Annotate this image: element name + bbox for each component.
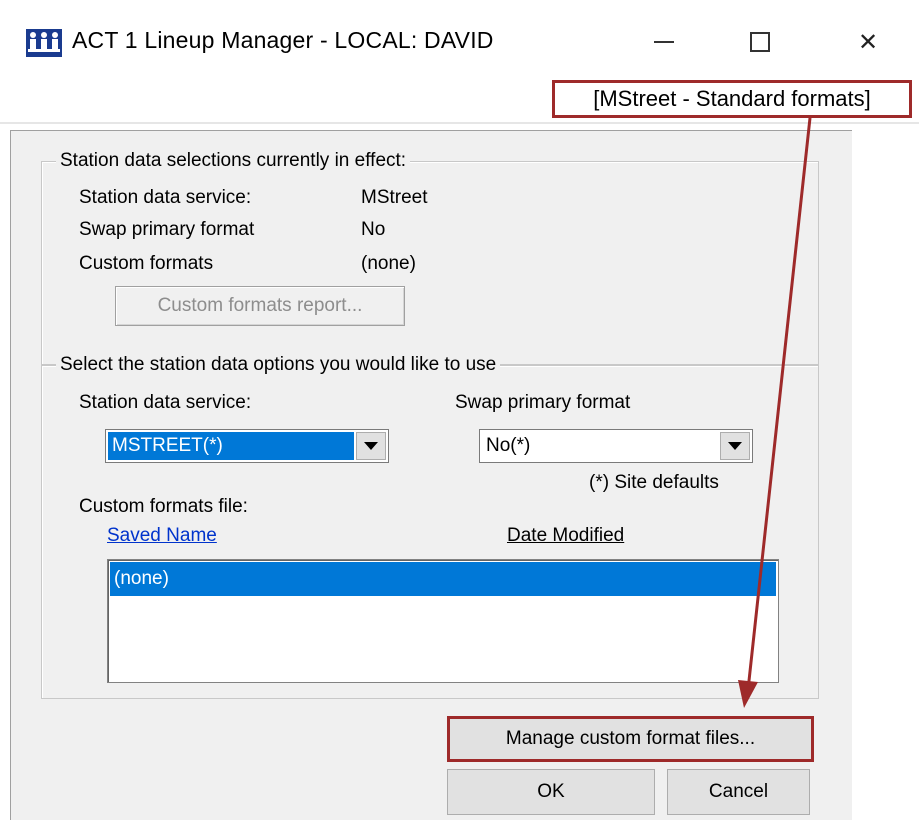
close-icon: ✕ <box>857 28 879 56</box>
service-select-label: Station data service: <box>79 392 252 413</box>
swap-format-dropdown[interactable]: No(*) <box>479 429 753 463</box>
close-button[interactable]: ✕ <box>838 18 898 66</box>
chevron-down-icon <box>364 442 378 450</box>
swap-format-value: No(*) <box>486 435 531 456</box>
maximize-icon <box>750 32 770 52</box>
saved-name-column-header[interactable]: Saved Name <box>107 524 217 548</box>
list-item[interactable]: (none) <box>110 562 776 596</box>
custom-formats-list[interactable]: (none) <box>107 559 779 683</box>
minimize-icon <box>654 41 674 43</box>
title-bar: ACT 1 Lineup Manager - LOCAL: DAVID ✕ <box>0 0 919 80</box>
site-defaults-note: (*) Site defaults <box>589 472 719 493</box>
station-service-dropdown[interactable]: MSTREET(*) <box>105 429 389 463</box>
manage-custom-format-files-button[interactable]: Manage custom format files... <box>447 716 814 762</box>
current-swap-value: No <box>361 219 386 240</box>
date-modified-column-header[interactable]: Date Modified <box>507 524 624 548</box>
header-separator <box>0 122 919 124</box>
maximize-button[interactable] <box>730 18 790 66</box>
minimize-button[interactable] <box>634 18 694 66</box>
current-selections-title: Station data selections currently in eff… <box>56 149 411 173</box>
cancel-button[interactable]: Cancel <box>667 769 810 815</box>
annotation-callout: [MStreet - Standard formats] <box>552 80 912 118</box>
custom-formats-file-label: Custom formats file: <box>79 496 248 517</box>
station-options-title: Select the station data options you woul… <box>56 353 501 377</box>
current-service-value: MStreet <box>361 187 428 208</box>
current-service-label: Station data service: <box>79 187 252 208</box>
ok-button[interactable]: OK <box>447 769 655 815</box>
people-group-icon <box>26 29 62 57</box>
custom-formats-report-button[interactable]: Custom formats report... <box>115 286 405 326</box>
swap-format-dropdown-button[interactable] <box>720 432 750 460</box>
current-custom-label: Custom formats <box>79 253 214 274</box>
chevron-down-icon <box>728 442 742 450</box>
station-service-value: MSTREET(*) <box>108 432 354 460</box>
current-swap-label: Swap primary format <box>79 219 255 240</box>
swap-select-label: Swap primary format <box>455 392 631 413</box>
window-title: ACT 1 Lineup Manager - LOCAL: DAVID <box>72 27 494 53</box>
current-custom-value: (none) <box>361 253 416 274</box>
station-service-dropdown-button[interactable] <box>356 432 386 460</box>
dialog-client-area: Station data selections currently in eff… <box>10 130 852 820</box>
